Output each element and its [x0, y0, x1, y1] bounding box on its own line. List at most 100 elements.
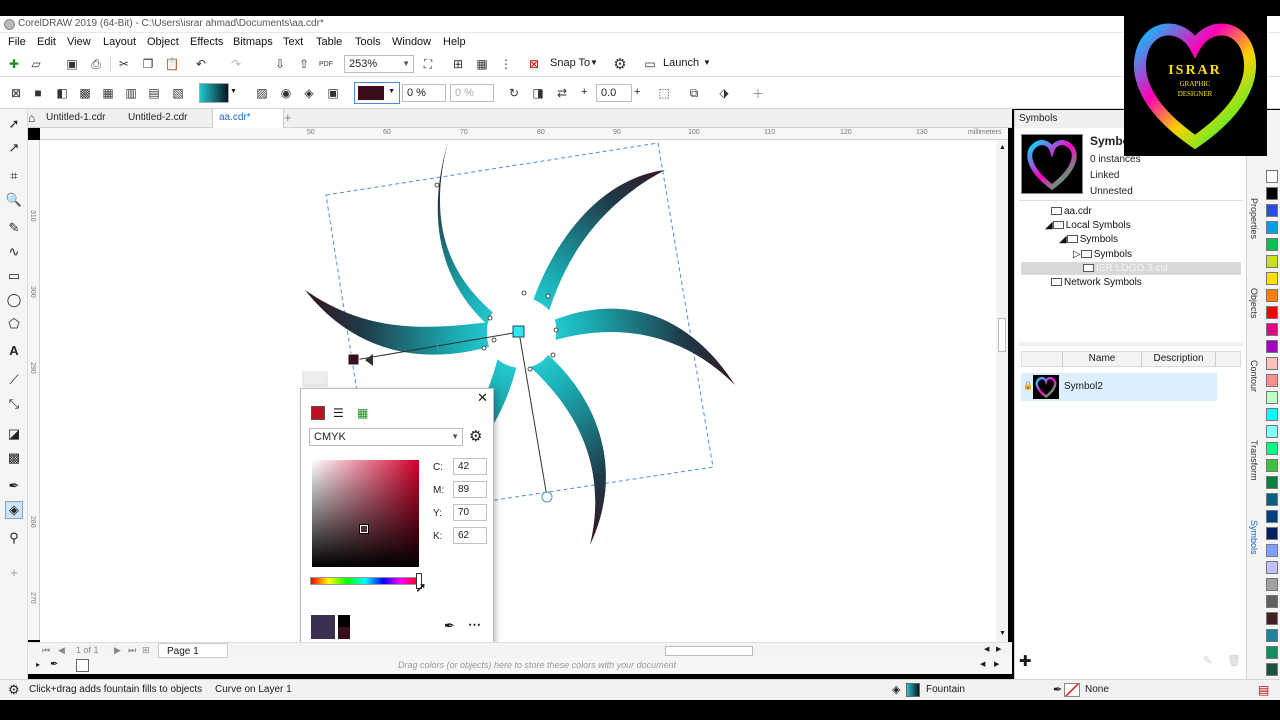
node-color-picker[interactable]: ▼	[354, 82, 400, 104]
tree-item-network-symbols[interactable]: Network Symbols	[1051, 277, 1142, 288]
node-transparency-field[interactable]: 0 %	[402, 84, 446, 102]
angle-field[interactable]: 0.0	[596, 84, 632, 102]
reverse-fill-icon[interactable]: ↻	[506, 85, 522, 101]
palette-swatch[interactable]	[1266, 663, 1278, 676]
menu-file[interactable]: File	[8, 36, 26, 48]
copy-icon[interactable]: ❐	[140, 56, 156, 72]
horizontal-scroll-thumb[interactable]	[665, 646, 753, 656]
docker-tab-objects[interactable]: Objects	[1249, 288, 1259, 319]
artwork[interactable]	[40, 140, 996, 642]
outline-none-swatch[interactable]	[1064, 683, 1080, 697]
shape-tool-icon[interactable]: ↗	[5, 139, 23, 157]
black-field[interactable]: 62	[453, 527, 487, 544]
palette-swatch[interactable]	[1266, 221, 1278, 234]
connector-tool-icon[interactable]: ⤡	[5, 395, 23, 413]
palette-swatch[interactable]	[1266, 357, 1278, 370]
linear-fountain-icon[interactable]: ▨	[254, 85, 270, 101]
launch-label[interactable]: Launch	[663, 57, 699, 69]
menu-window[interactable]: Window	[392, 36, 431, 48]
color-model-combo[interactable]: CMYK ▼	[309, 428, 463, 446]
settings-gear-icon[interactable]: ⚙	[8, 682, 20, 698]
uniform-fill-icon[interactable]: ■	[30, 85, 46, 101]
zoom-level-combo[interactable]: 253% ▼	[344, 55, 414, 73]
palette-swatch[interactable]	[1266, 612, 1278, 625]
home-icon[interactable]: ⌂	[28, 111, 35, 125]
menu-table[interactable]: Table	[316, 36, 342, 48]
color-manager-icon[interactable]: ▤	[1258, 683, 1269, 697]
next-page-icon[interactable]: ▶	[114, 645, 121, 656]
two-color-pattern-icon[interactable]: ▥	[123, 85, 139, 101]
tree-item-symbols-sub[interactable]: ▷ Symbols	[1073, 249, 1132, 260]
vertical-ruler[interactable]: 310 300 290 280 270	[28, 140, 40, 640]
palette-swatch[interactable]	[1266, 544, 1278, 557]
close-icon[interactable]: ✕	[477, 390, 488, 406]
export-icon[interactable]: ⇧	[296, 56, 312, 72]
palette-swatch[interactable]	[1266, 340, 1278, 353]
palette-swatch[interactable]	[1266, 510, 1278, 523]
interactive-fill-icon[interactable]: ◈	[5, 501, 23, 519]
horizontal-ruler[interactable]: 50 60 70 80 90 100 110 120 130 millimete…	[40, 128, 1008, 140]
chevron-down-icon[interactable]: ▼	[703, 58, 711, 67]
scroll-down-icon[interactable]: ▼	[999, 630, 1006, 637]
palette-swatch[interactable]	[1266, 425, 1278, 438]
tree-item-file[interactable]: aa.cdr	[1051, 206, 1092, 217]
angle-increment-icon[interactable]: +	[634, 86, 640, 98]
menu-effects[interactable]: Effects	[190, 36, 223, 48]
add-page-icon[interactable]: ⊞	[142, 645, 150, 656]
redo-icon[interactable]: ↷	[228, 56, 244, 72]
scroll-left-icon[interactable]: ◀	[980, 660, 985, 668]
tree-item-local-symbols[interactable]: ◢ Local Symbols	[1045, 220, 1131, 231]
fill-end-node[interactable]	[347, 353, 360, 366]
delete-symbol-icon[interactable]: 🗑	[1227, 654, 1241, 667]
launch-icon[interactable]: ▭	[642, 56, 658, 72]
tree-item-symbols[interactable]: ◢ Symbols	[1059, 234, 1118, 245]
last-page-icon[interactable]: ⏭	[128, 645, 136, 656]
open-icon[interactable]: ▱	[28, 56, 44, 72]
edit-symbol-icon[interactable]: ✎	[1203, 654, 1212, 667]
snap-to-icon[interactable]: ⊠	[526, 56, 542, 72]
elliptical-fountain-icon[interactable]: ◉	[278, 85, 294, 101]
palette-swatch[interactable]	[1266, 272, 1278, 285]
show-guidelines-icon[interactable]: ⋮	[498, 56, 514, 72]
chevron-down-icon[interactable]: ▼	[230, 88, 237, 95]
fill-radius-handle[interactable]	[541, 491, 553, 503]
node-position-field[interactable]: 0 %	[450, 84, 494, 102]
palette-swatch[interactable]	[1266, 323, 1278, 336]
conical-fountain-icon[interactable]: ◈	[301, 85, 317, 101]
palette-swatch[interactable]	[1266, 306, 1278, 319]
cyan-field[interactable]: 42	[453, 458, 487, 475]
mirror-fill-icon[interactable]: ◨	[530, 85, 546, 101]
rectangular-fountain-icon[interactable]: ▣	[325, 85, 341, 101]
scroll-right-icon[interactable]: ▶	[994, 660, 999, 668]
menu-text[interactable]: Text	[283, 36, 303, 48]
column-description[interactable]: Description	[1142, 352, 1216, 366]
palette-swatch[interactable]	[1266, 442, 1278, 455]
first-page-icon[interactable]: ⏮	[42, 645, 50, 656]
palette-swatch[interactable]	[1266, 374, 1278, 387]
options-gear-icon[interactable]: ⚙	[612, 56, 628, 73]
show-grid-icon[interactable]: ▦	[474, 56, 490, 72]
pick-tool-icon[interactable]: ➚	[5, 115, 23, 133]
ellipse-tool-icon[interactable]: ◯	[5, 291, 23, 309]
document-palette[interactable]: ▸ ✒ Drag colors (or objects) here to sto…	[28, 658, 1012, 674]
tab-aa[interactable]: aa.cdr*	[212, 109, 284, 128]
add-property-icon[interactable]: ＋	[750, 85, 766, 101]
docker-tab-symbols[interactable]: Symbols	[1249, 520, 1259, 555]
undo-icon[interactable]: ↶	[193, 56, 209, 72]
text-tool-icon[interactable]: A	[5, 341, 23, 359]
docker-tab-properties[interactable]: Properties	[1249, 198, 1259, 239]
page-tab[interactable]: Page 1	[158, 643, 228, 658]
yellow-field[interactable]: 70	[453, 504, 487, 521]
transparency-tool-icon[interactable]: ▩	[5, 449, 23, 467]
menu-layout[interactable]: Layout	[103, 36, 136, 48]
add-symbol-icon[interactable]: ✚	[1019, 652, 1032, 670]
chevron-down-icon[interactable]: ▼	[590, 58, 598, 67]
menu-view[interactable]: View	[67, 36, 91, 48]
bitmap-pattern-icon[interactable]: ▦	[100, 85, 116, 101]
symbol-row[interactable]: 🔒 Symbol2	[1021, 373, 1217, 401]
palette-swatch[interactable]	[1266, 170, 1278, 183]
zoom-tool-icon[interactable]: 🔍	[5, 191, 23, 209]
smart-fill-icon[interactable]: ⚲	[5, 529, 23, 547]
menu-edit[interactable]: Edit	[37, 36, 56, 48]
tree-item-library[interactable]: ISR LOGO 3.csl	[1083, 263, 1168, 274]
